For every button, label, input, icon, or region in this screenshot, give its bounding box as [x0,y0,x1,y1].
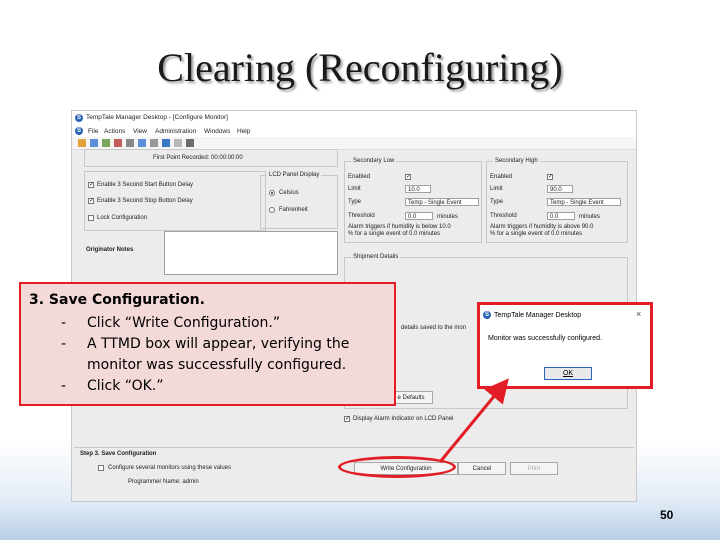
arrow-line [438,378,509,463]
page-number: 50 [660,508,674,522]
pointer-arrow [438,378,509,463]
